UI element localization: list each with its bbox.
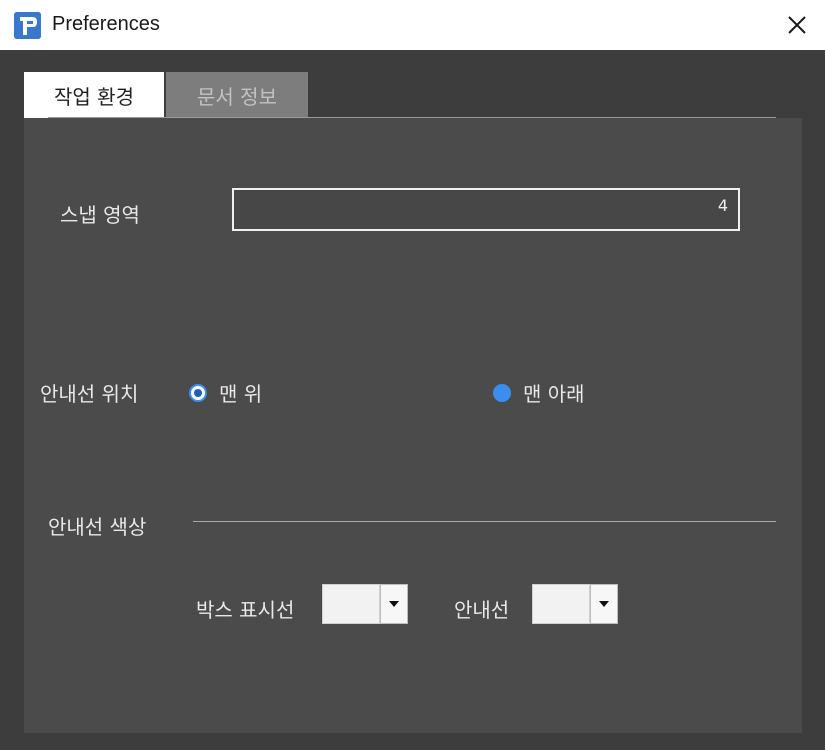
guide-line-color-swatch[interactable] xyxy=(532,584,590,624)
radio-bottom[interactable]: 맨 아래 xyxy=(493,378,585,407)
tab-work-environment[interactable]: 작업 환경 xyxy=(24,72,164,118)
close-button[interactable] xyxy=(780,10,814,40)
section-divider xyxy=(193,521,776,522)
app-logo-icon xyxy=(14,12,41,39)
radio-unchecked-icon xyxy=(493,383,511,402)
radio-top-label: 맨 위 xyxy=(219,382,263,406)
box-line-color-picker[interactable] xyxy=(322,584,408,624)
box-line-label: 박스 표시선 xyxy=(196,598,295,622)
guide-line-label: 안내선 xyxy=(454,598,510,622)
panel-divider xyxy=(48,117,776,118)
guide-line-color-picker[interactable] xyxy=(532,584,618,624)
box-line-color-dropdown[interactable] xyxy=(380,584,408,624)
snap-area-label: 스냅 영역 xyxy=(60,203,140,227)
window-title: Preferences xyxy=(52,13,160,35)
snap-area-input[interactable]: 4 xyxy=(232,188,740,231)
guide-color-section-label: 안내선 색상 xyxy=(48,515,147,539)
box-line-color-swatch[interactable] xyxy=(322,584,380,624)
dropdown-arrow-icon xyxy=(599,601,609,607)
radio-checked-icon xyxy=(189,383,207,402)
guide-line-color-dropdown[interactable] xyxy=(590,584,618,624)
close-icon xyxy=(788,16,806,34)
tab-document-info[interactable]: 문서 정보 xyxy=(166,72,308,118)
dropdown-arrow-icon xyxy=(389,601,399,607)
guide-position-label: 안내선 위치 xyxy=(40,382,139,406)
radio-top[interactable]: 맨 위 xyxy=(189,378,262,407)
title-bar: Preferences xyxy=(0,0,825,50)
radio-bottom-label: 맨 아래 xyxy=(523,382,585,406)
